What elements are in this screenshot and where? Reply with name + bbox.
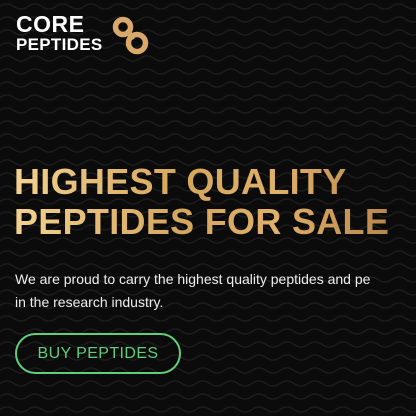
hero-description-line-1: We are proud to carry the highest qualit… — [15, 271, 371, 287]
hero-description-line-2: in the research industry. — [15, 294, 164, 310]
hero-title: HIGHEST QUALITY PEPTIDES FOR SALE — [14, 162, 389, 242]
logo-text-core: CORE — [16, 11, 85, 37]
site-logo[interactable]: CORE PEPTIDES — [16, 11, 149, 56]
logo-text-peptides: PEPTIDES — [16, 35, 103, 54]
infinity-knot-icon — [112, 16, 149, 55]
hero-section: CORE PEPTIDES HIGHEST QUALITY PEPTIDES F… — [0, 0, 416, 416]
buy-peptides-button[interactable]: BUY PEPTIDES — [15, 333, 181, 374]
hero-description: We are proud to carry the highest qualit… — [15, 268, 416, 314]
hero-title-line-2: PEPTIDES FOR SALE — [14, 201, 390, 242]
hero-title-line-1: HIGHEST QUALITY — [14, 161, 347, 202]
